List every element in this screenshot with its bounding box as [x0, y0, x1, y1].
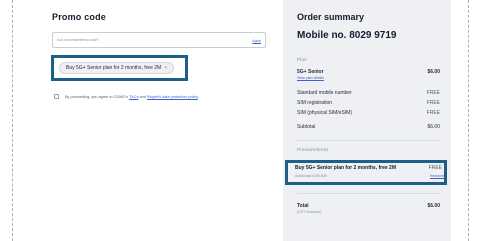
apply-button[interactable]: Apply: [252, 39, 261, 43]
data-policy-link[interactable]: Singtel's data protection policy: [147, 95, 198, 99]
promo-referral-header: Promo/referral: [297, 148, 328, 153]
line-item-value: FREE: [426, 90, 440, 96]
promo-line-label: Buy 5G+ Senior plan for 2 months, free 2…: [295, 165, 396, 171]
consent-row: By proceeding, you agree to COMO's T&Cs …: [54, 94, 264, 102]
order-summary-title: Order summary: [297, 12, 365, 22]
promo-input-wrapper: Apply: [52, 32, 266, 48]
plan-header: Plan: [297, 58, 307, 63]
line-item-label: Standard mobile number: [297, 90, 352, 96]
line-item: Standard mobile number FREE: [297, 90, 440, 96]
line-item: SIM (physical SIM/eSIM) FREE: [297, 110, 440, 116]
promo-section: Promo code Apply: [52, 12, 266, 48]
consent-middle: and: [138, 95, 147, 99]
total-row: Total $6.00: [297, 203, 440, 209]
applied-promo-chip: Buy 5G+ Senior plan for 2 months, free 2…: [59, 62, 175, 74]
divider: [297, 140, 440, 141]
promo-code-text: Additional/1/1902M6: [295, 174, 327, 178]
consent-suffix: .: [197, 95, 199, 99]
consent-checkbox[interactable]: [54, 94, 59, 99]
subtotal-value: $6.00: [427, 124, 440, 130]
line-item-label: SIM (physical SIM/eSIM): [297, 110, 353, 116]
gst-note: (GST inclusive): [297, 210, 322, 214]
divider: [297, 193, 440, 194]
promo-code-input[interactable]: [57, 35, 217, 44]
line-item-label: SIM registration: [297, 100, 333, 106]
plan-price: $6.00: [427, 69, 440, 75]
remove-promo-link[interactable]: Remove: [430, 174, 444, 178]
promo-line-row: Buy 5G+ Senior plan for 2 months, free 2…: [295, 165, 442, 171]
highlight-box-promo-line: [285, 160, 447, 185]
promo-title: Promo code: [52, 12, 107, 22]
plan-row: 5G+ Senior $6.00: [297, 69, 440, 75]
subtotal-label: Subtotal: [297, 124, 316, 130]
consent-text: By proceeding, you agree to COMO's T&Cs …: [65, 94, 199, 100]
line-item: SIM registration FREE: [297, 100, 440, 106]
mobile-number: Mobile no. 8029 9719: [297, 30, 397, 41]
promo-line-value: FREE: [428, 165, 442, 171]
subtotal-row: Subtotal $6.00: [297, 124, 440, 130]
line-item-value: FREE: [426, 100, 440, 106]
view-plan-details-link[interactable]: View plan details: [297, 76, 324, 80]
plan-name: 5G+ Senior: [297, 69, 324, 75]
total-label: Total: [297, 203, 309, 209]
total-value: $6.00: [427, 203, 440, 209]
applied-promo-chip-label: Buy 5G+ Senior plan for 2 months, free 2…: [66, 65, 162, 71]
close-icon[interactable]: ×: [164, 65, 167, 71]
line-item-value: FREE: [426, 110, 440, 116]
consent-prefix: By proceeding, you agree to COMO's: [65, 95, 129, 99]
